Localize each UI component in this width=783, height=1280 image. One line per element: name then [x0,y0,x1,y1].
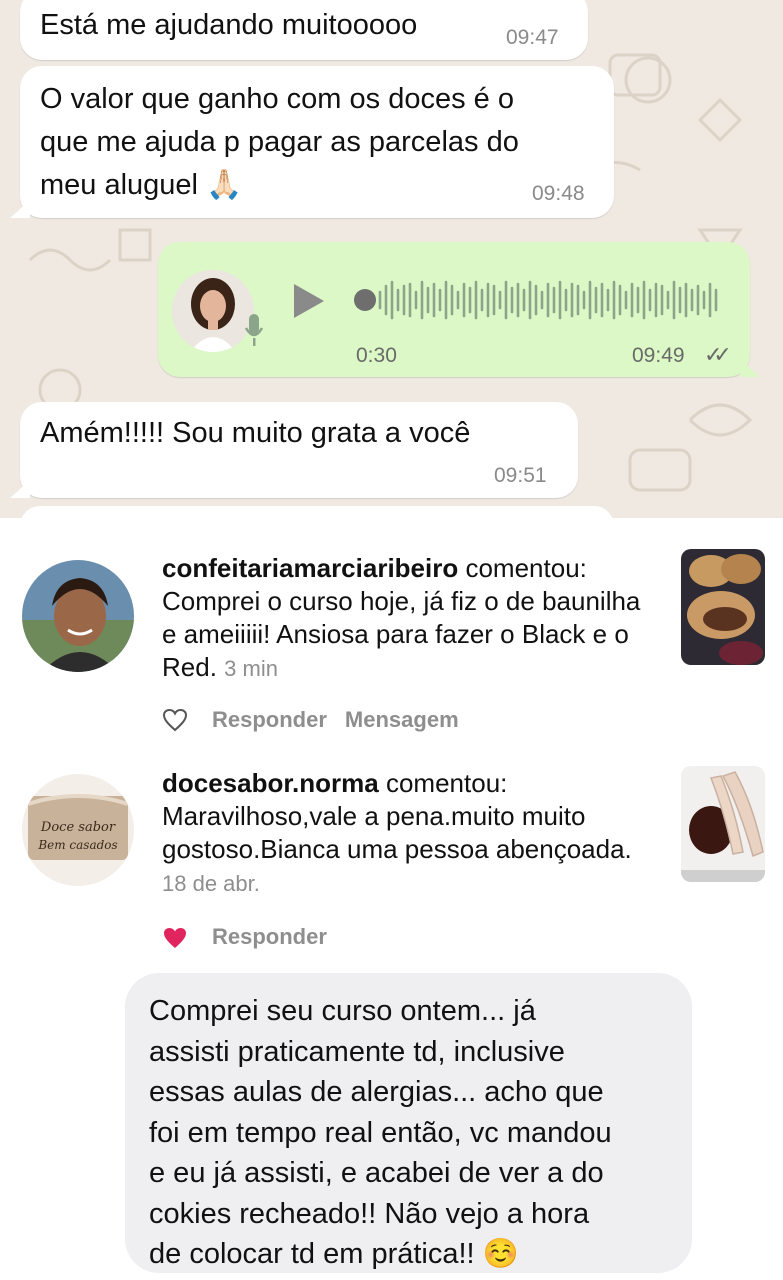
bubble-tail [10,200,30,218]
bubble-tail [10,480,30,498]
comment-text: docesabor.norma comentou: Maravilhoso,va… [162,767,662,900]
instagram-notifications: confeitariamarciaribeiro comentou: Compr… [0,518,783,1280]
message-bubble-partial [20,506,614,518]
play-icon[interactable] [294,284,324,318]
commenter-avatar[interactable] [22,560,134,672]
post-thumbnail[interactable] [681,549,765,665]
voice-duration: 0:30 [356,344,397,367]
comment-age: 3 min [224,656,278,681]
commenter-avatar[interactable]: Doce sabor Bem casados [22,774,134,886]
comment-username[interactable]: docesabor.norma [162,768,379,798]
comment-age: 18 de abr. [162,871,260,896]
sender-avatar [172,270,254,352]
message-text: Está me ajudando muitooooo [40,9,418,41]
voice-message-bubble[interactable]: 0:30 09:49 ✓✓ [158,242,760,377]
message-bubble-received[interactable]: O valor que ganho com os doces é o que m… [10,66,614,218]
message-text: O valor que ganho com os doces é o que m… [40,83,519,201]
comment-verb: comentou: [385,768,508,798]
microphone-icon [244,314,264,346]
message-button[interactable]: Mensagem [345,707,459,733]
reply-button[interactable]: Responder [212,707,327,733]
message-bubble-received[interactable]: Amém!!!!! Sou muito grata a você 09:51 [10,402,578,498]
message-time: 09:51 [494,464,547,487]
liked-heart-icon[interactable] [162,926,188,950]
comment-text: confeitariamarciaribeiro comentou: Compr… [162,552,662,685]
read-receipt-icon: ✓✓ [704,342,732,367]
post-thumbnail[interactable] [681,766,765,882]
playback-position-handle[interactable] [354,289,376,311]
reply-button[interactable]: Responder [212,924,327,950]
message-bubble-received[interactable]: Está me ajudando muitooooo 09:47 [20,0,588,60]
audio-waveform[interactable] [376,276,721,324]
avatar-logo-text: Bem casados [37,838,117,852]
avatar-logo-text: Doce sabor [40,820,116,835]
message-time: 09:48 [532,182,585,205]
bubble-tail [740,359,760,377]
comment-actions: Responder [212,924,327,950]
message-text: Amém!!!!! Sou muito grata a você [40,417,471,449]
message-time: 09:47 [506,26,559,49]
direct-message-text: Comprei seu curso ontem... já assisti pr… [149,995,612,1270]
message-time: 09:49 [632,344,685,367]
comment-username[interactable]: confeitariamarciaribeiro [162,553,458,583]
comment-body: Maravilhoso,vale a pena.muito muito gost… [162,801,632,864]
comment-actions: Responder Mensagem [212,707,459,733]
comment-verb: comentou: [465,553,587,583]
whatsapp-chat: Está me ajudando muitooooo 09:47 O valor… [0,0,783,518]
like-heart-icon[interactable] [162,708,188,732]
direct-message-bubble[interactable]: Comprei seu curso ontem... já assisti pr… [125,973,692,1273]
